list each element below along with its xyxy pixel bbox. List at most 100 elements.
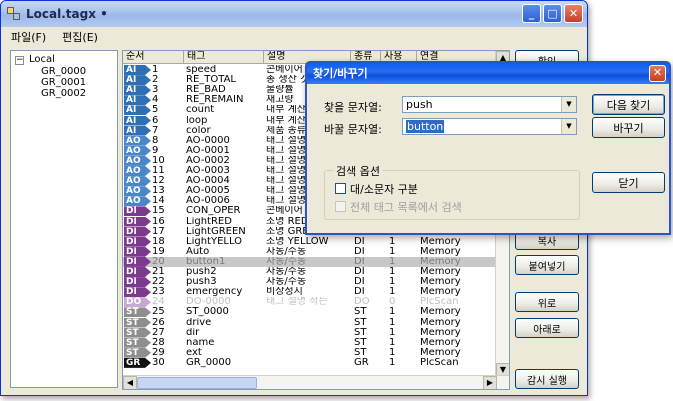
tag-type-badge: DI [124, 246, 151, 257]
table-row[interactable]: DI 18 LightYELLO 조명 YELLOW DI 1 Memory [123, 236, 497, 247]
paste-button[interactable]: 붙여넣기 [515, 255, 579, 275]
row-tag: RE_BAD [186, 85, 226, 96]
minimize-icon[interactable]: _ [522, 4, 541, 23]
row-order: 15 [152, 206, 165, 217]
row-order: 29 [152, 347, 165, 358]
find-combo[interactable]: push ▼ [402, 96, 577, 113]
close-icon[interactable]: ✕ [564, 4, 583, 23]
row-tag: LightRED [186, 216, 232, 227]
table-row[interactable]: DI 23 emergency 비상정지 DI 1 Memory [123, 287, 497, 298]
replace-button[interactable]: 바꾸기 [592, 117, 665, 138]
replace-combo[interactable]: button ▼ [402, 118, 577, 135]
tree-node-group[interactable]: GR_0001 [41, 77, 86, 88]
tag-type-badge: AO [124, 176, 151, 187]
row-tag: DO-0000 [186, 297, 231, 308]
tag-type-badge: AO [124, 145, 151, 156]
table-row[interactable]: DO 24 DO-0000 태그 설명 적는 DO 0 PlcScan [123, 297, 497, 308]
tag-type-badge: DO [124, 297, 151, 308]
row-conn: Memory [420, 317, 461, 328]
table-row[interactable]: DI 21 push2 자동/수동 DI 1 Memory [123, 267, 497, 277]
horizontal-scrollbar[interactable]: ◀ ▶ [123, 375, 509, 389]
table-row[interactable]: ST 25 ST_0000 ST 1 Memory [123, 307, 497, 318]
row-kind: DO [354, 297, 370, 308]
row-tag: GR_0000 [186, 357, 232, 368]
replace-input[interactable]: button [406, 120, 445, 133]
tag-type-badge: DI [124, 216, 151, 227]
tag-type-badge: AI [124, 65, 151, 75]
window-title: Local.tagx • [26, 7, 108, 21]
move-down-button[interactable]: 아래로 [515, 318, 579, 338]
row-tag: AO-0004 [186, 176, 230, 187]
tag-type-badge: DI [124, 287, 151, 298]
row-tag: AO-0003 [186, 166, 230, 176]
find-next-button[interactable]: 다음 찾기 [592, 94, 665, 115]
table-row[interactable]: DI 20 button1 자동/수동 DI 1 Memory [123, 256, 497, 267]
scroll-thumb[interactable] [137, 377, 257, 389]
row-use: 1 [389, 277, 396, 288]
tag-type-badge: ST [124, 317, 151, 328]
tree-node-group[interactable]: GR_0002 [41, 88, 86, 99]
row-use: 1 [389, 307, 396, 318]
tag-type-badge: GR [124, 357, 151, 368]
menu-file[interactable]: 파일(F) [11, 29, 46, 45]
scroll-left-icon[interactable]: ◀ [123, 376, 137, 389]
tag-type-badge: AI [124, 95, 151, 106]
search-options-group: 검색 옵션 대/소문자 구분 전체 태그 목록에서 검색 [324, 163, 580, 220]
row-tag: button1 [186, 256, 226, 267]
tree-node-root[interactable]: Local [29, 54, 55, 65]
table-row[interactable]: ST 28 name ST 1 Memory [123, 337, 497, 348]
row-tag: CON_OPER [186, 206, 241, 217]
tag-type-badge: DI [124, 226, 151, 237]
tag-tree[interactable]: − Local GR_0000 GR_0001 GR_0002 [10, 50, 118, 388]
tree-node-group[interactable]: GR_0000 [41, 66, 86, 77]
tag-type-badge: AI [124, 85, 151, 96]
tag-type-badge: DI [124, 277, 151, 288]
dialog-title[interactable]: 찾기/바꾸기 [307, 63, 669, 84]
dialog-close-icon[interactable]: ✕ [649, 65, 666, 82]
row-kind: DI [354, 246, 365, 257]
row-use: 1 [389, 236, 396, 247]
scroll-right-icon[interactable]: ▶ [483, 376, 497, 389]
chevron-down-icon[interactable]: ▼ [561, 119, 576, 134]
row-order: 22 [152, 277, 165, 288]
maximize-icon[interactable]: □ [543, 4, 562, 23]
find-input[interactable]: push [406, 98, 433, 111]
row-use: 1 [389, 256, 396, 267]
title-bar[interactable]: Local.tagx • _ □ ✕ [1, 1, 587, 27]
row-kind: ST [354, 337, 367, 348]
row-use: 1 [389, 327, 396, 338]
row-desc: 자동/수동 [266, 246, 307, 257]
collapse-icon[interactable]: − [15, 56, 24, 65]
tag-type-badge: DI [124, 236, 151, 247]
case-sensitive-checkbox[interactable] [335, 183, 346, 194]
chevron-down-icon[interactable]: ▼ [561, 97, 576, 112]
col-header-order[interactable]: 순서 [123, 51, 184, 64]
row-order: 16 [152, 216, 165, 227]
app-icon [7, 7, 21, 21]
row-kind: ST [354, 307, 367, 318]
tag-type-badge: AO [124, 155, 151, 166]
menu-bar: 파일(F) 편집(E) [1, 27, 587, 47]
col-header-tag[interactable]: 태그 [184, 51, 264, 64]
row-tag: name [186, 337, 215, 348]
table-row[interactable]: ST 29 ext ST 1 Memory [123, 347, 497, 358]
row-use: 1 [389, 287, 396, 298]
row-order: 13 [152, 186, 165, 197]
table-row[interactable]: GR 30 GR_0000 GR 1 PlcScan [123, 357, 497, 368]
row-use: 1 [389, 317, 396, 328]
close-button[interactable]: 닫기 [592, 172, 665, 193]
row-order: 14 [152, 196, 165, 207]
menu-edit[interactable]: 편집(E) [62, 29, 98, 45]
row-kind: DI [354, 287, 365, 298]
table-row[interactable]: DI 19 Auto 자동/수동 DI 1 Memory [123, 246, 497, 257]
move-up-button[interactable]: 위로 [515, 292, 579, 312]
row-tag: count [186, 105, 215, 116]
table-row[interactable]: DI 22 push3 자동/수동 DI 1 Memory [123, 277, 497, 288]
row-tag: emergency [186, 287, 243, 298]
table-row[interactable]: ST 26 drive ST 1 Memory [123, 317, 497, 328]
row-kind: DI [354, 256, 365, 267]
table-row[interactable]: ST 27 dir ST 1 Memory [123, 327, 497, 338]
row-use: 1 [389, 267, 396, 277]
start-monitor-button[interactable]: 감시 실행 [515, 369, 579, 389]
row-tag: AO-0002 [186, 155, 230, 166]
